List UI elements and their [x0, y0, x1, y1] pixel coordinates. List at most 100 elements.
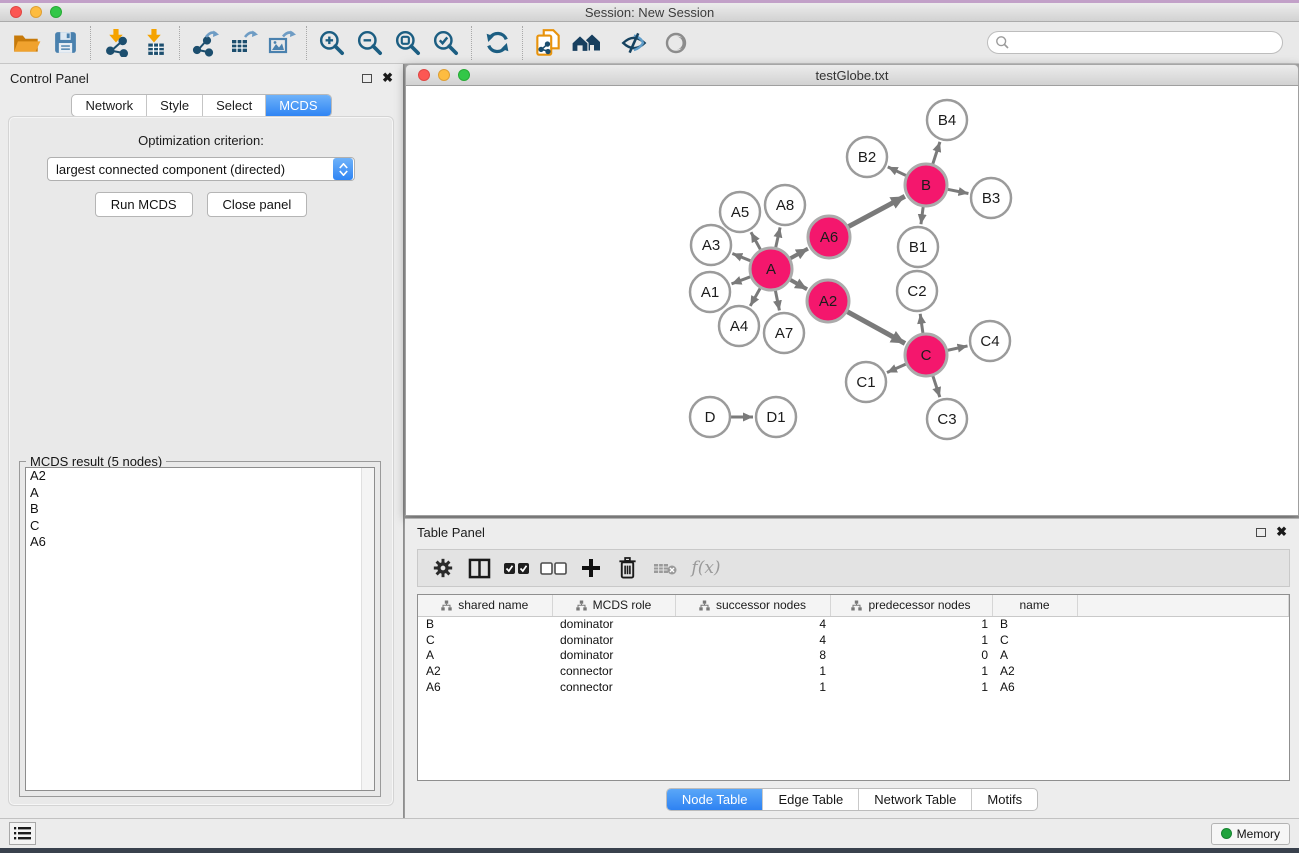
graph-node-A7[interactable]: A7: [764, 313, 804, 353]
table-cell[interactable]: 1: [675, 663, 830, 679]
graph-edge-C-C3[interactable]: [932, 374, 940, 397]
tab-style[interactable]: Style: [146, 95, 202, 116]
delete-table-button[interactable]: [646, 552, 683, 584]
graph-node-A5[interactable]: A5: [720, 192, 760, 232]
graph-edge-C-C2[interactable]: [920, 314, 923, 335]
column-view-button[interactable]: [461, 552, 498, 584]
graph-node-A6[interactable]: A6: [808, 216, 850, 258]
table-cell[interactable]: 1: [675, 679, 830, 695]
graph-edge-A-A8[interactable]: [775, 227, 780, 249]
export-table-button[interactable]: [224, 25, 262, 61]
zoom-in-button[interactable]: [313, 25, 351, 61]
tab-select[interactable]: Select: [202, 95, 265, 116]
graph-node-A3[interactable]: A3: [691, 225, 731, 265]
graph-node-D1[interactable]: D1: [756, 397, 796, 437]
create-column-button[interactable]: [572, 552, 609, 584]
graph-node-B[interactable]: B: [905, 164, 947, 206]
network-window-titlebar[interactable]: testGlobe.txt: [405, 64, 1299, 86]
table-cell[interactable]: A: [418, 648, 552, 664]
table-cell[interactable]: A: [992, 648, 1077, 664]
graph-edge-A-A7[interactable]: [775, 289, 779, 311]
show-graphics-button[interactable]: [657, 25, 695, 61]
tab-mcds[interactable]: MCDS: [265, 95, 330, 116]
column-header-mcds-role[interactable]: MCDS role: [552, 595, 675, 616]
graph-edge-A-A2[interactable]: [788, 279, 807, 289]
hide-all-columns-button[interactable]: [535, 552, 572, 584]
mcds-result-item[interactable]: C: [26, 518, 374, 535]
optimization-criterion-dropdown[interactable]: largest connected component (directed): [47, 157, 355, 181]
run-mcds-button[interactable]: Run MCDS: [95, 192, 193, 217]
table-row[interactable]: A6connector11A6: [418, 679, 1289, 695]
graph-node-C[interactable]: C: [905, 334, 947, 376]
zoom-fit-button[interactable]: [389, 25, 427, 61]
graph-node-B2[interactable]: B2: [847, 137, 887, 177]
tab-motifs[interactable]: Motifs: [971, 789, 1037, 810]
tab-network-table[interactable]: Network Table: [858, 789, 971, 810]
mcds-result-item[interactable]: B: [26, 501, 374, 518]
table-cell[interactable]: C: [992, 632, 1077, 648]
save-session-button[interactable]: [46, 25, 84, 61]
graph-edge-C-C4[interactable]: [946, 346, 968, 351]
task-history-button[interactable]: [9, 822, 36, 845]
graph-edge-A-A6[interactable]: [789, 249, 808, 260]
table-cell[interactable]: A2: [992, 663, 1077, 679]
table-cell[interactable]: 1: [830, 663, 992, 679]
graph-node-C2[interactable]: C2: [897, 271, 937, 311]
open-session-button[interactable]: [8, 25, 46, 61]
float-table-panel-icon[interactable]: [1256, 528, 1266, 537]
table-cell[interactable]: C: [418, 632, 552, 648]
tab-network[interactable]: Network: [72, 95, 146, 116]
table-row[interactable]: Cdominator41C: [418, 632, 1289, 648]
table-settings-button[interactable]: [424, 552, 461, 584]
table-cell[interactable]: 1: [830, 616, 992, 632]
tab-node-table[interactable]: Node Table: [667, 789, 763, 810]
graph-edge-B-B4[interactable]: [932, 142, 940, 166]
graph-edge-A-A3[interactable]: [732, 254, 752, 262]
table-cell[interactable]: dominator: [552, 616, 675, 632]
import-network-button[interactable]: [97, 25, 135, 61]
table-row[interactable]: Adominator80A: [418, 648, 1289, 664]
graph-edge-A6-B[interactable]: [847, 196, 905, 227]
graph-node-A4[interactable]: A4: [719, 306, 759, 346]
table-cell[interactable]: 4: [675, 632, 830, 648]
search-field[interactable]: [987, 31, 1283, 54]
zoom-out-button[interactable]: [351, 25, 389, 61]
table-cell[interactable]: 1: [830, 632, 992, 648]
table-cell[interactable]: A2: [418, 663, 552, 679]
graph-node-A1[interactable]: A1: [690, 272, 730, 312]
home-layout-button[interactable]: [567, 25, 613, 61]
table-cell[interactable]: B: [418, 616, 552, 632]
table-cell[interactable]: dominator: [552, 632, 675, 648]
hide-details-button[interactable]: [613, 25, 657, 61]
import-table-button[interactable]: [135, 25, 173, 61]
table-cell[interactable]: 8: [675, 648, 830, 664]
refresh-button[interactable]: [478, 25, 516, 61]
column-header-predecessor-nodes[interactable]: predecessor nodes: [830, 595, 992, 616]
graph-node-A[interactable]: A: [750, 248, 792, 290]
graph-edge-B-B2[interactable]: [888, 167, 908, 177]
graph-edge-A-A1[interactable]: [732, 276, 753, 284]
table-cell[interactable]: dominator: [552, 648, 675, 664]
close-panel-button[interactable]: Close panel: [207, 192, 308, 217]
table-row[interactable]: A2connector11A2: [418, 663, 1289, 679]
graph-node-B4[interactable]: B4: [927, 100, 967, 140]
graph-node-A8[interactable]: A8: [765, 185, 805, 225]
export-image-button[interactable]: [262, 25, 300, 61]
float-panel-icon[interactable]: [362, 74, 372, 83]
search-input[interactable]: [1010, 34, 1282, 52]
tab-edge-table[interactable]: Edge Table: [762, 789, 858, 810]
table-cell[interactable]: B: [992, 616, 1077, 632]
graph-node-C4[interactable]: C4: [970, 321, 1010, 361]
graph-node-D[interactable]: D: [690, 397, 730, 437]
zoom-selected-button[interactable]: [427, 25, 465, 61]
column-header-shared-name[interactable]: shared name: [418, 595, 552, 616]
delete-column-button[interactable]: [609, 552, 646, 584]
table-cell[interactable]: connector: [552, 663, 675, 679]
graph-node-B3[interactable]: B3: [971, 178, 1011, 218]
close-panel-icon[interactable]: ✖: [382, 73, 393, 83]
graph-edge-A2-C[interactable]: [846, 311, 905, 344]
table-cell[interactable]: 1: [830, 679, 992, 695]
mcds-result-item[interactable]: A2: [26, 468, 374, 485]
clone-network-button[interactable]: [529, 25, 567, 61]
graph-node-C3[interactable]: C3: [927, 399, 967, 439]
